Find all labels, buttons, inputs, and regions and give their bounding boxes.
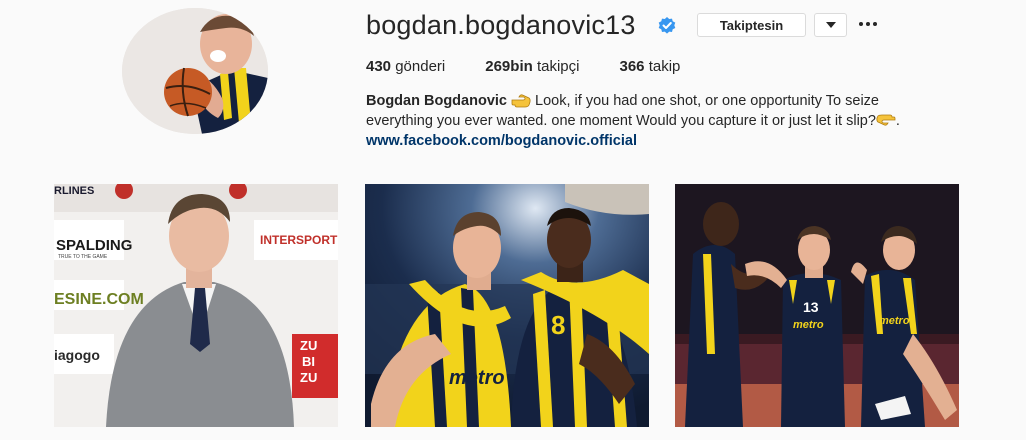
more-options-icon[interactable] <box>857 14 879 34</box>
jersey-text: metro <box>879 315 910 327</box>
bio-text-line2: everything you ever wanted. one moment W… <box>366 113 876 129</box>
pointing-hand-emoji-icon <box>876 114 896 126</box>
jersey-number: 8 <box>551 310 565 340</box>
profile-bio: Bogdan Bogdanovic Look, if you had one s… <box>366 91 966 151</box>
sponsor-text: SPALDING <box>56 237 132 254</box>
verified-badge-icon <box>658 17 676 34</box>
profile-avatar[interactable] <box>122 8 268 134</box>
post-image-2: metro 8 <box>365 184 649 427</box>
sponsor-text: BI <box>302 354 315 369</box>
following-count: 366 <box>619 58 645 75</box>
sponsor-text: ESINE.COM <box>54 291 144 308</box>
following-stat[interactable]: 366 takip <box>619 58 680 75</box>
bio-text-line1: Look, if you had one shot, or one opport… <box>535 93 879 109</box>
bio-text-end: . <box>895 113 900 129</box>
profile-username: bogdan.bogdanovic13 <box>366 10 636 40</box>
avatar-image <box>122 8 268 134</box>
jersey-number: 13 <box>803 299 819 315</box>
post-thumbnail-2[interactable]: metro 8 <box>365 184 649 427</box>
post-image-1: RLINES SPALDING TRUE TO THE GAME INTERSP… <box>54 184 338 427</box>
jersey-text: metro <box>449 367 505 389</box>
more-dot <box>873 22 877 26</box>
following-label: takip <box>648 58 681 75</box>
post-thumbnail-3[interactable]: 13 metro metro <box>675 184 959 427</box>
more-dot <box>866 22 870 26</box>
chevron-down-icon <box>825 22 836 28</box>
sponsor-text: ZU <box>300 338 317 353</box>
bio-full-name: Bogdan Bogdanovic <box>366 93 507 109</box>
pointing-hand-emoji-icon <box>511 94 531 108</box>
sponsor-text: ZU <box>300 370 317 385</box>
following-button[interactable]: Takiptesin <box>697 13 806 37</box>
suggestions-dropdown-button[interactable] <box>814 13 847 37</box>
sponsor-text: INTERSPORT <box>260 233 338 247</box>
profile-stats: 430 gönderi 269bin takipçi 366 takip <box>366 58 720 75</box>
followers-label: takipçi <box>536 58 580 75</box>
jersey-text: metro <box>793 319 824 331</box>
followers-count: 269bin <box>485 58 533 75</box>
sponsor-text: iagogo <box>54 347 100 363</box>
posts-stat: 430 gönderi <box>366 58 445 75</box>
followers-stat[interactable]: 269bin takipçi <box>485 58 579 75</box>
post-thumbnail-1[interactable]: RLINES SPALDING TRUE TO THE GAME INTERSP… <box>54 184 338 427</box>
sponsor-text: TRUE TO THE GAME <box>58 254 108 260</box>
post-image-3: 13 metro metro <box>675 184 959 427</box>
bio-external-link[interactable]: www.facebook.com/bogdanovic.official <box>366 131 966 151</box>
more-dot <box>859 22 863 26</box>
posts-count: 430 <box>366 58 392 75</box>
posts-label: gönderi <box>395 58 446 75</box>
sponsor-text: RLINES <box>54 185 94 197</box>
